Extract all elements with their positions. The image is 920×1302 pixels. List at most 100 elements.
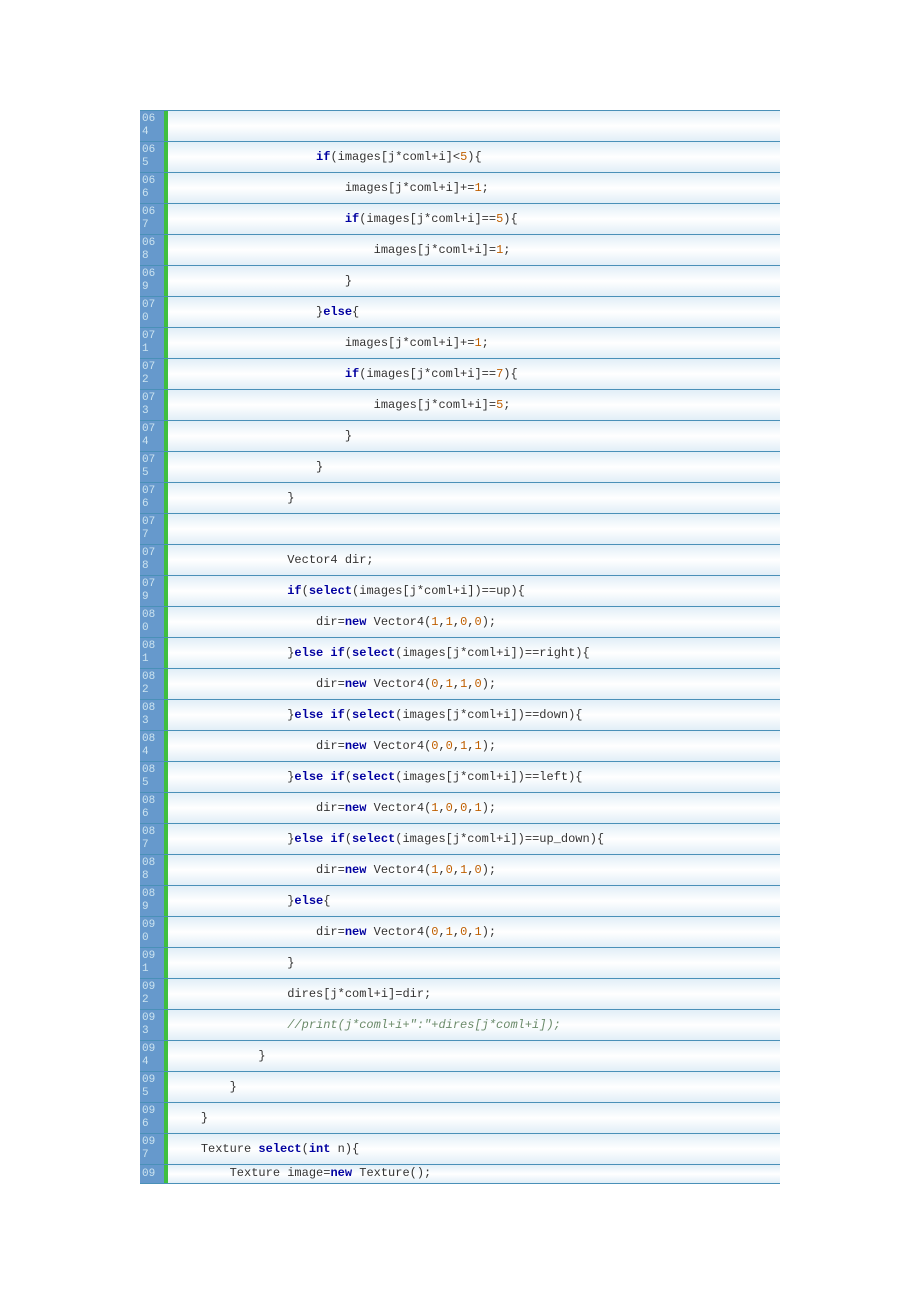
code-content: dir=new Vector4(1,0,0,1); [168,793,500,823]
line-number: 07 1 [140,328,164,358]
code-content: dir=new Vector4(0,1,1,0); [168,669,500,699]
line-number: 08 5 [140,762,164,792]
code-content: dir=new Vector4(0,1,0,1); [168,917,500,947]
line-number: 06 4 [140,111,164,141]
line-number: 08 6 [140,793,164,823]
code-line: 08 0 dir=new Vector4(1,1,0,0); [140,607,780,638]
code-content: Texture select(int n){ [168,1134,363,1164]
code-content: } [168,948,298,978]
line-number: 08 9 [140,886,164,916]
code-line: 07 2 if(images[j*coml+i]==7){ [140,359,780,390]
line-number: 06 5 [140,142,164,172]
code-content: } [168,452,327,482]
code-line: 08 7 }else if(select(images[j*coml+i])==… [140,824,780,855]
code-line: 07 4 } [140,421,780,452]
code-line: 07 0 }else{ [140,297,780,328]
code-line: 08 9 }else{ [140,886,780,917]
code-line: 06 9 } [140,266,780,297]
line-number: 08 0 [140,607,164,637]
code-line: 09 0 dir=new Vector4(0,1,0,1); [140,917,780,948]
code-content: }else if(select(images[j*coml+i])==right… [168,638,594,668]
line-number: 09 [140,1165,164,1183]
line-number: 08 7 [140,824,164,854]
code-line: 09 2 dires[j*coml+i]=dir; [140,979,780,1010]
line-number: 07 4 [140,421,164,451]
code-content: //print(j*coml+i+":"+dires[j*coml+i]); [168,1010,565,1040]
code-line: 09 6 } [140,1103,780,1134]
line-number: 09 0 [140,917,164,947]
code-line: 07 1 images[j*coml+i]+=1; [140,328,780,359]
code-line: 08 2 dir=new Vector4(0,1,1,0); [140,669,780,700]
line-number: 08 4 [140,731,164,761]
code-content: if(images[j*coml+i]<5){ [168,142,486,172]
code-line: 09 3 //print(j*coml+i+":"+dires[j*coml+i… [140,1010,780,1041]
line-number: 07 6 [140,483,164,513]
code-line: 08 3 }else if(select(images[j*coml+i])==… [140,700,780,731]
code-content: images[j*coml+i]+=1; [168,328,493,358]
code-content: images[j*coml+i]=1; [168,235,514,265]
line-number: 09 2 [140,979,164,1009]
code-line: 06 7 if(images[j*coml+i]==5){ [140,204,780,235]
code-content: } [168,1041,270,1071]
line-number: 09 7 [140,1134,164,1164]
code-line: 06 6 images[j*coml+i]+=1; [140,173,780,204]
line-number: 07 0 [140,297,164,327]
line-number: 07 3 [140,390,164,420]
line-number: 08 3 [140,700,164,730]
line-number: 06 9 [140,266,164,296]
line-number: 09 1 [140,948,164,978]
code-content: }else{ [168,886,334,916]
line-number: 07 5 [140,452,164,482]
code-content: } [168,1103,212,1133]
code-content: dir=new Vector4(1,0,1,0); [168,855,500,885]
code-line: 07 7 [140,514,780,545]
code-content: Texture image=new Texture(); [168,1165,435,1183]
line-number: 07 2 [140,359,164,389]
code-line: 09 Texture image=new Texture(); [140,1165,780,1184]
code-line: 08 6 dir=new Vector4(1,0,0,1); [140,793,780,824]
code-content [168,514,176,544]
code-content: } [168,266,356,296]
line-number: 07 8 [140,545,164,575]
code-block: 06 406 5 if(images[j*coml+i]<5){06 6 ima… [140,110,780,1184]
code-line: 09 1 } [140,948,780,979]
line-number: 09 4 [140,1041,164,1071]
line-number: 08 1 [140,638,164,668]
line-number: 09 3 [140,1010,164,1040]
code-content: }else if(select(images[j*coml+i])==up_do… [168,824,608,854]
code-line: 07 3 images[j*coml+i]=5; [140,390,780,421]
code-line: 06 8 images[j*coml+i]=1; [140,235,780,266]
line-number: 06 7 [140,204,164,234]
code-line: 07 6 } [140,483,780,514]
code-line: 06 5 if(images[j*coml+i]<5){ [140,142,780,173]
code-line: 07 8 Vector4 dir; [140,545,780,576]
line-number: 09 5 [140,1072,164,1102]
code-line: 07 9 if(select(images[j*coml+i])==up){ [140,576,780,607]
code-content: } [168,421,356,451]
code-content [168,111,176,141]
line-number: 07 7 [140,514,164,544]
code-content: if(images[j*coml+i]==7){ [168,359,522,389]
code-content: }else if(select(images[j*coml+i])==down)… [168,700,587,730]
code-content: dir=new Vector4(0,0,1,1); [168,731,500,761]
line-number: 07 9 [140,576,164,606]
code-line: 07 5 } [140,452,780,483]
code-line: 08 5 }else if(select(images[j*coml+i])==… [140,762,780,793]
code-content: } [168,1072,241,1102]
code-content: if(images[j*coml+i]==5){ [168,204,522,234]
line-number: 09 6 [140,1103,164,1133]
code-content: images[j*coml+i]+=1; [168,173,493,203]
line-number: 08 8 [140,855,164,885]
code-line: 09 5 } [140,1072,780,1103]
line-number: 06 6 [140,173,164,203]
code-content: } [168,483,298,513]
code-content: if(select(images[j*coml+i])==up){ [168,576,529,606]
code-content: }else{ [168,297,363,327]
code-line: 09 7 Texture select(int n){ [140,1134,780,1165]
line-number: 06 8 [140,235,164,265]
code-content: Vector4 dir; [168,545,378,575]
code-content: dir=new Vector4(1,1,0,0); [168,607,500,637]
code-line: 09 4 } [140,1041,780,1072]
code-content: }else if(select(images[j*coml+i])==left)… [168,762,587,792]
code-line: 06 4 [140,110,780,142]
